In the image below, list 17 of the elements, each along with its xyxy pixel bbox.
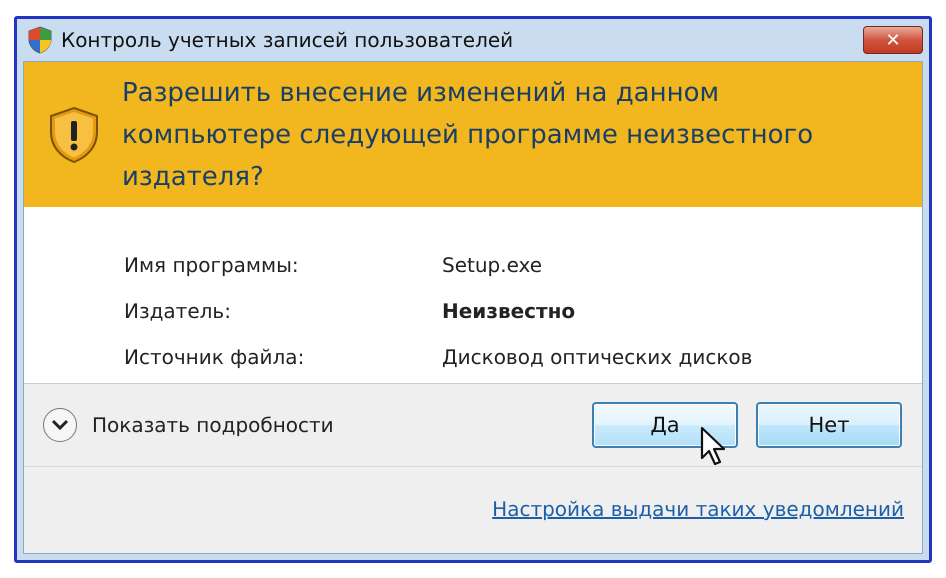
warning-shield-icon: [48, 106, 100, 164]
field-label: Имя программы:: [124, 253, 300, 279]
cursor-icon: [700, 426, 726, 466]
field-value: Дисковод оптических дисков: [442, 345, 754, 371]
field-value: Неизвестно: [442, 299, 576, 325]
question-text: Разрешить внесение изменений на данном компьютере следующей программе неизвестного издателя?: [122, 76, 814, 194]
close-button[interactable]: ✕: [863, 26, 923, 54]
shield-icon: [27, 26, 53, 54]
field-label: Источник файла:: [124, 345, 306, 371]
field-label: Издатель:: [124, 299, 232, 325]
settings-link[interactable]: Настройка выдачи таких уведомлений: [492, 497, 904, 521]
window-title: Контроль учетных записей пользователей: [61, 28, 514, 52]
show-details-toggle[interactable]: Показать подробности: [42, 407, 334, 443]
expand-icon: [42, 407, 78, 443]
field-value: Setup.exe: [442, 253, 544, 279]
dialog-button[interactable]: Нет: [756, 402, 902, 448]
dialog-button[interactable]: Да: [592, 402, 738, 448]
